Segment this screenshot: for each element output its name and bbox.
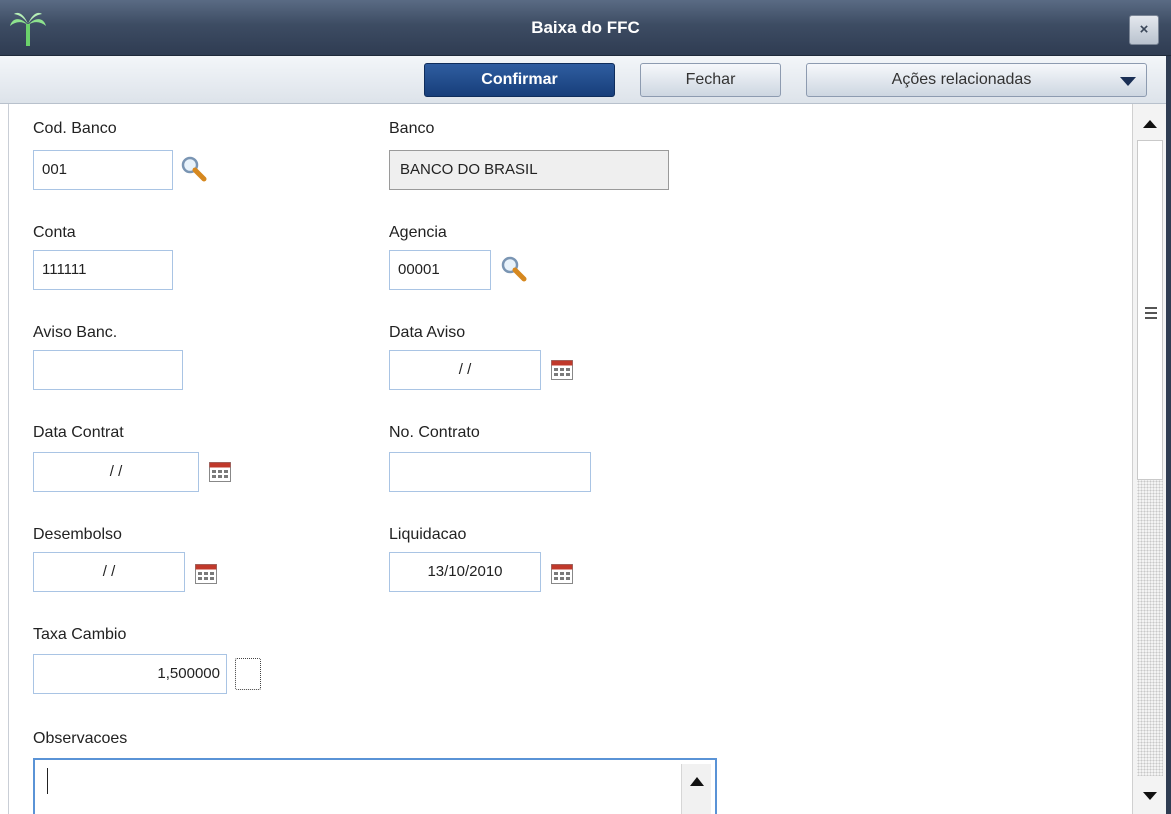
textarea-scrollbar[interactable] [681,764,711,814]
scroll-down-icon[interactable] [1143,792,1157,800]
agencia-input[interactable]: 00001 [389,250,491,290]
conta-label: Conta [33,224,76,241]
scroll-up-icon[interactable] [690,777,704,786]
banco-field: BANCO DO BRASIL [389,150,669,190]
window-title: Baixa do FFC [531,18,640,37]
vertical-scrollbar[interactable] [1132,104,1166,814]
scroll-up-icon[interactable] [1143,120,1157,128]
magnifier-icon[interactable] [499,254,527,282]
confirm-button[interactable]: Confirmar [424,63,615,97]
window-border [1166,56,1171,814]
close-window-button[interactable]: × [1129,15,1159,45]
observacoes-label: Observacoes [33,730,128,747]
calendar-icon[interactable] [551,564,573,584]
title-bar: Baixa do FFC × [0,0,1171,56]
related-actions-label: Ações relacionadas [891,71,1032,88]
cod-banco-label: Cod. Banco [33,120,117,137]
observacoes-textarea[interactable] [33,758,717,814]
data-contrat-label: Data Contrat [33,424,124,441]
conta-input[interactable]: 111111 [33,250,173,290]
action-toolbar: Confirmar Fechar Ações relacionadas [0,56,1171,104]
close-button[interactable]: Fechar [640,63,781,97]
data-aviso-label: Data Aviso [389,324,466,341]
aviso-banc-label: Aviso Banc. [33,324,118,341]
cod-banco-input[interactable]: 001 [33,150,173,190]
calendar-icon[interactable] [551,360,573,380]
banco-label: Banco [389,120,435,137]
calendar-icon[interactable] [209,462,231,482]
liquidacao-input[interactable]: 13/10/2010 [389,552,541,592]
aviso-banc-input[interactable] [33,350,183,390]
desembolso-label: Desembolso [33,526,122,543]
no-contrato-label: No. Contrato [389,424,480,441]
calendar-icon[interactable] [195,564,217,584]
scrollbar-thumb[interactable] [1137,140,1163,480]
scrollbar-track[interactable] [1137,480,1163,776]
chevron-down-icon [1120,77,1136,86]
taxa-cambio-checkbox[interactable] [235,658,261,690]
form-panel: Cod. Banco 001 Banco BANCO DO BRASIL Con… [8,104,1132,814]
liquidacao-label: Liquidacao [389,526,467,543]
taxa-cambio-input[interactable]: 1,500000 [33,654,227,694]
desembolso-input[interactable]: / / [33,552,185,592]
taxa-cambio-label: Taxa Cambio [33,626,127,643]
related-actions-dropdown[interactable]: Ações relacionadas [806,63,1147,97]
no-contrato-input[interactable] [389,452,591,492]
magnifier-icon[interactable] [179,154,207,182]
text-cursor [47,768,48,794]
data-contrat-input[interactable]: / / [33,452,199,492]
data-aviso-input[interactable]: / / [389,350,541,390]
agencia-label: Agencia [389,224,447,241]
grip-icon [1145,307,1157,322]
